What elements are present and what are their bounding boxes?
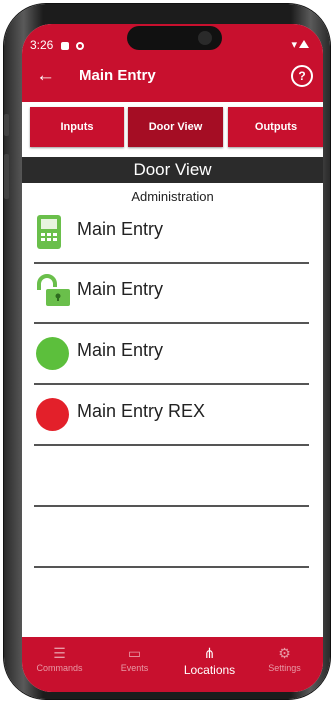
status-bar: 3:26 <box>30 38 85 52</box>
network-icon: ⋔ <box>203 645 216 661</box>
gears-icon: ⚙ <box>278 645 291 661</box>
tab-door-view[interactable]: Door View <box>128 107 223 147</box>
list-item-empty <box>34 508 321 568</box>
nav-label: Events <box>120 663 149 673</box>
green-status-dot-icon <box>36 337 69 370</box>
section-header: Door View <box>22 157 323 183</box>
row-label: Main Entry REX <box>77 401 206 421</box>
help-icon[interactable]: ? <box>291 65 313 87</box>
phone-screen: 3:26 ▾ ← Main Entry ? Inputs Door View O… <box>22 24 323 692</box>
camera-icon <box>198 31 212 45</box>
status-right: ▾ <box>291 38 309 51</box>
list-item-door-status[interactable]: Main Entry <box>34 325 321 385</box>
list-item-lock[interactable]: Main Entry <box>34 264 321 324</box>
notification-icon <box>60 41 69 50</box>
page-title: Main Entry <box>79 67 156 84</box>
list-item-reader[interactable]: Main Entry <box>34 204 321 264</box>
volume-up-button <box>4 114 9 136</box>
nav-settings[interactable]: ⚙ Settings <box>247 643 322 673</box>
row-label: Main Entry <box>77 279 164 299</box>
row-divider <box>34 566 309 568</box>
tab-outputs[interactable]: Outputs <box>228 107 323 147</box>
nav-commands[interactable]: ☰ Commands <box>22 643 97 673</box>
camera-notch <box>127 26 222 50</box>
phone-frame: 3:26 ▾ ← Main Entry ? Inputs Door View O… <box>4 4 330 699</box>
nav-label: Locations <box>183 663 236 677</box>
wifi-icon: ▾ <box>291 39 297 51</box>
nav-label: Settings <box>268 663 301 673</box>
unlocked-padlock-icon <box>36 274 72 313</box>
monitor-icon: ▭ <box>127 645 142 661</box>
section-subtitle: Administration <box>131 189 214 204</box>
volume-down-button <box>4 154 9 199</box>
row-divider <box>34 444 309 446</box>
list-item-empty <box>34 447 321 507</box>
row-divider <box>34 322 309 324</box>
bottom-navigation: ☰ Commands ▭ Events ⋔ Locations ⚙ Settin… <box>22 637 323 692</box>
sync-icon <box>76 41 85 50</box>
signal-icon <box>299 40 309 48</box>
back-arrow-icon[interactable]: ← <box>36 65 55 87</box>
list-icon: ☰ <box>53 645 66 661</box>
row-label: Main Entry <box>77 219 164 239</box>
row-label: Main Entry <box>77 340 164 360</box>
nav-label: Commands <box>36 663 83 673</box>
tab-inputs[interactable]: Inputs <box>30 107 124 147</box>
list-item-rex[interactable]: Main Entry REX <box>34 386 321 446</box>
keypad-reader-icon <box>36 214 62 255</box>
row-divider <box>34 383 309 385</box>
app-header: 3:26 ▾ ← Main Entry ? <box>22 24 323 102</box>
row-divider <box>34 505 309 507</box>
red-status-dot-icon <box>36 398 69 431</box>
nav-events[interactable]: ▭ Events <box>97 643 172 673</box>
status-time: 3:26 <box>30 38 54 52</box>
nav-locations[interactable]: ⋔ Locations <box>172 643 247 677</box>
